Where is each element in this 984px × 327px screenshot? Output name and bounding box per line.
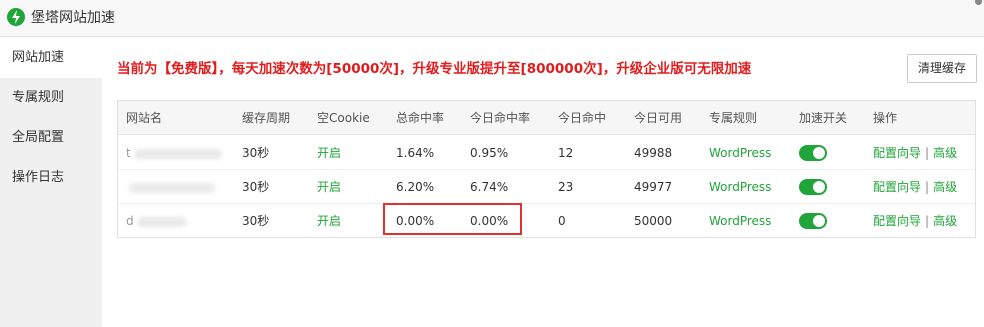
sidebar-item-operation-log[interactable]: 操作日志 (0, 158, 102, 198)
site-name-visible: d (126, 214, 134, 228)
row-actions: 配置向导 | 高级 (873, 204, 957, 238)
clear-cache-button[interactable]: 清理缓存 (907, 54, 977, 83)
table-row: 30秒 开启 6.20% 6.74% 23 49977 WordPress 配置… (118, 170, 975, 204)
header-today-available: 今日可用 (634, 111, 683, 125)
sites-table: 网站名 缓存周期 空Cookie 总命中率 今日命中率 今日命中 今日可用 专属… (117, 100, 976, 238)
advanced-link[interactable]: 高级 (933, 146, 957, 160)
total-hit-rate: 1.64% (396, 146, 435, 160)
version-notice: 当前为【免费版】，每天加速次数为[50000次]，升级专业版提升至[800000… (117, 61, 752, 77)
window-titlebar: 堡塔网站加速 (0, 0, 984, 37)
cookie-status[interactable]: 开启 (317, 170, 341, 204)
acceleration-toggle[interactable] (799, 179, 827, 195)
acceleration-toggle[interactable] (799, 145, 827, 161)
sidebar-item-site-acceleration[interactable]: 网站加速 (0, 38, 102, 78)
table-row: d 30秒 开启 0.00% 0.00% 0 50000 WordPress 配… (118, 204, 975, 238)
header-site-name: 网站名 (126, 111, 163, 125)
custom-rule-link[interactable]: WordPress (709, 204, 771, 238)
site-name: t (126, 136, 222, 170)
separator: | (925, 214, 930, 228)
sidebar-item-global-config[interactable]: 全局配置 (0, 118, 102, 158)
row-actions: 配置向导 | 高级 (873, 136, 957, 170)
header-today-hit-rate: 今日命中率 (470, 111, 531, 125)
cookie-status[interactable]: 开启 (317, 204, 341, 238)
cache-period: 30秒 (242, 214, 270, 228)
cache-period: 30秒 (242, 146, 270, 160)
today-hits: 0 (558, 214, 566, 228)
header-custom-rule: 专属规则 (709, 111, 758, 125)
site-name-visible: t (126, 146, 131, 160)
cache-period: 30秒 (242, 180, 270, 194)
highlight-box (383, 203, 522, 235)
acceleration-toggle[interactable] (799, 213, 827, 229)
close-icon[interactable] (970, 0, 984, 10)
header-empty-cookie: 空Cookie (317, 111, 370, 125)
today-available: 49988 (634, 146, 673, 160)
today-hit-rate: 6.74% (470, 180, 509, 194)
config-wizard-link[interactable]: 配置向导 (873, 180, 921, 194)
redacted-text (136, 216, 187, 227)
sidebar-item-custom-rules[interactable]: 专属规则 (0, 78, 102, 118)
row-actions: 配置向导 | 高级 (873, 170, 957, 204)
site-name (126, 170, 215, 204)
custom-rule-link[interactable]: WordPress (709, 170, 771, 204)
advanced-link[interactable]: 高级 (933, 180, 957, 194)
config-wizard-link[interactable]: 配置向导 (873, 146, 921, 160)
window-title: 堡塔网站加速 (31, 10, 115, 26)
header-actions: 操作 (873, 111, 898, 125)
today-hit-rate: 0.95% (470, 146, 509, 160)
redacted-text (129, 182, 215, 193)
separator: | (925, 146, 930, 160)
table-header: 网站名 缓存周期 空Cookie 总命中率 今日命中率 今日命中 今日可用 专属… (118, 101, 975, 135)
total-hit-rate: 6.20% (396, 180, 435, 194)
header-today-hits: 今日命中 (558, 111, 607, 125)
today-available: 49977 (634, 180, 673, 194)
separator: | (925, 180, 930, 194)
today-hits: 23 (558, 180, 574, 194)
advanced-link[interactable]: 高级 (933, 214, 957, 228)
header-acceleration-switch: 加速开关 (799, 111, 848, 125)
today-hits: 12 (558, 146, 574, 160)
lightning-icon (7, 8, 25, 26)
sidebar: 网站加速 专属规则 全局配置 操作日志 (0, 38, 102, 327)
today-available: 50000 (634, 214, 673, 228)
site-name: d (126, 204, 187, 238)
cookie-status[interactable]: 开启 (317, 136, 341, 170)
header-total-hit-rate: 总命中率 (396, 111, 445, 125)
redacted-text (133, 148, 222, 159)
config-wizard-link[interactable]: 配置向导 (873, 214, 921, 228)
header-cache-period: 缓存周期 (242, 111, 291, 125)
table-row: t 30秒 开启 1.64% 0.95% 12 49988 WordPress … (118, 136, 975, 170)
custom-rule-link[interactable]: WordPress (709, 136, 771, 170)
